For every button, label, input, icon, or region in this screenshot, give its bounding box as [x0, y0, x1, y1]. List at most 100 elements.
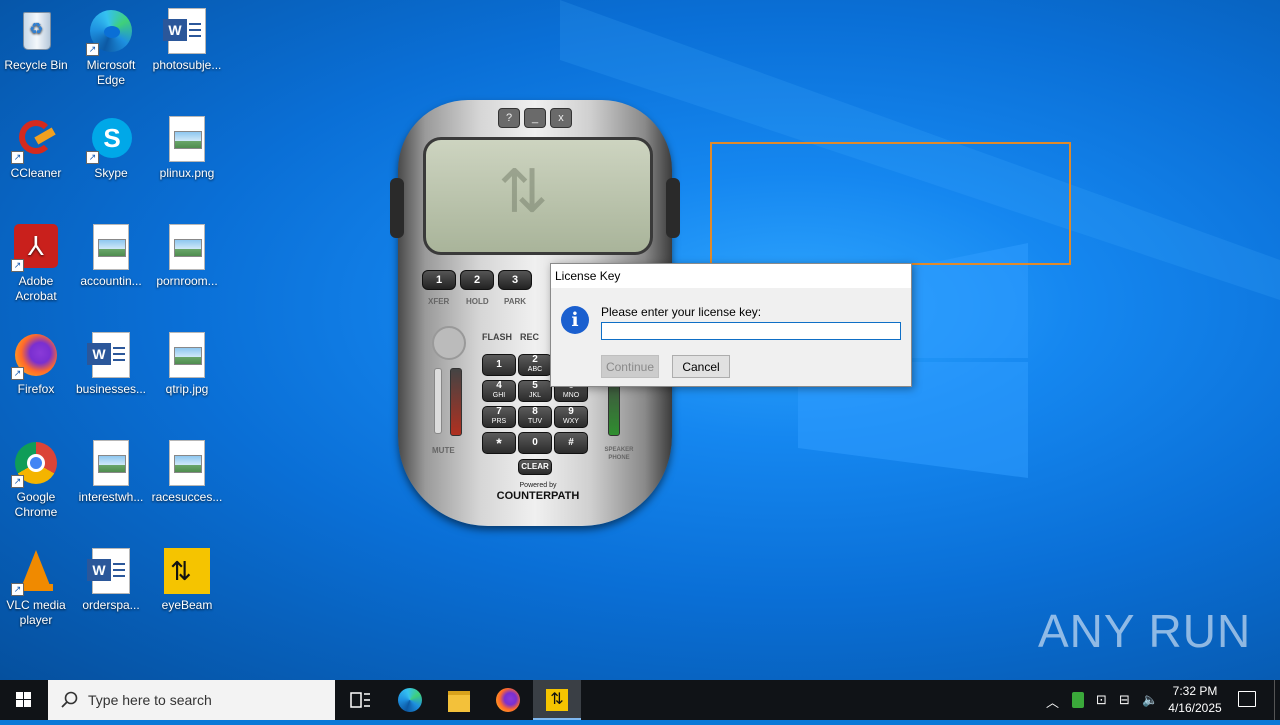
key-2[interactable]: 2 ABC: [518, 354, 552, 376]
key-7[interactable]: 7 PRS: [482, 406, 516, 428]
minimize-button[interactable]: _: [524, 108, 546, 128]
search-placeholder: Type here to search: [88, 692, 212, 708]
license-key-prompt: Please enter your license key:: [601, 305, 762, 319]
desktop-icon-google-chrome[interactable]: ↗ Google Chrome: [0, 440, 72, 520]
recycle-bin-icon: ♻: [13, 8, 59, 54]
continue-button[interactable]: Continue: [601, 355, 659, 378]
info-icon: i: [561, 306, 589, 334]
desktop-icon-image-file[interactable]: accountin...: [75, 224, 147, 289]
taskbar-edge[interactable]: [386, 680, 434, 720]
counterpath-brand: COUNTERPATH: [496, 490, 580, 502]
desktop-icon-image-file[interactable]: racesucces...: [151, 440, 223, 505]
desktop-icon-skype[interactable]: S ↗ Skype: [75, 116, 147, 181]
park-label[interactable]: PARK: [504, 297, 526, 306]
speaker-phone-button[interactable]: SPEAKER PHONE: [602, 446, 636, 462]
adobe-acrobat-icon: ⅄ ↗: [11, 224, 59, 272]
image-file-icon: [88, 224, 134, 270]
hold-label[interactable]: HOLD: [466, 297, 489, 306]
taskbar-file-explorer[interactable]: [435, 680, 483, 720]
desktop-icon-word-doc[interactable]: W photosubje...: [151, 8, 223, 73]
anyrun-watermark: ANY RUN: [1038, 605, 1252, 657]
start-button[interactable]: [0, 680, 48, 720]
taskbar-firefox[interactable]: [484, 680, 532, 720]
desktop-icon-image-file[interactable]: pornroom...: [151, 224, 223, 289]
taskbar-clock[interactable]: 7:32 PM 4/16/2025: [1160, 683, 1230, 717]
search-icon: [61, 691, 78, 708]
display-logo-icon: ⇅: [498, 158, 549, 225]
close-button[interactable]: x: [550, 108, 572, 128]
line-key-1[interactable]: 1: [422, 270, 456, 290]
line-key-3[interactable]: 3: [498, 270, 532, 290]
desktop: ♻ Recycle Bin ↗ CCleaner ⅄ ↗ Adobe Acrob…: [0, 0, 1280, 680]
key-star[interactable]: *: [482, 432, 516, 454]
mute-button[interactable]: MUTE: [432, 446, 455, 455]
key-8[interactable]: 8 TUV: [518, 406, 552, 428]
edge-icon: ↗: [86, 8, 134, 56]
desktop-icon-vlc[interactable]: ↗ VLC media player: [0, 548, 72, 628]
network-icon[interactable]: ⊟: [1119, 692, 1130, 708]
license-key-input[interactable]: [601, 322, 901, 340]
mic-volume-slider[interactable]: [434, 368, 442, 434]
flash-button[interactable]: FLASH: [482, 332, 512, 342]
rec-button[interactable]: REC: [520, 332, 539, 342]
desktop-icon-eyebeam[interactable]: ⇅ eyeBeam: [151, 548, 223, 613]
desktop-icon-adobe-acrobat[interactable]: ⅄ ↗ Adobe Acrobat: [0, 224, 72, 304]
eyebeam-icon: ⇅: [164, 548, 210, 594]
task-view-icon: [350, 692, 370, 708]
phone-logo-icon: [432, 326, 466, 360]
cancel-button[interactable]: Cancel: [672, 355, 730, 378]
chrome-icon: ↗: [11, 440, 59, 488]
tray-app-icon[interactable]: [1072, 692, 1084, 708]
desktop-icon-microsoft-edge[interactable]: ↗ Microsoft Edge: [75, 8, 147, 88]
firefox-icon: ↗: [11, 332, 59, 380]
desktop-icon-recycle-bin[interactable]: ♻ Recycle Bin: [0, 8, 72, 73]
skype-icon: S ↗: [86, 116, 134, 164]
key-0[interactable]: 0: [518, 432, 552, 454]
word-document-icon: W: [163, 8, 210, 54]
key-hash[interactable]: #: [554, 432, 588, 454]
desktop-icon-word-doc[interactable]: W businesses...: [75, 332, 147, 397]
ccleaner-icon: ↗: [11, 116, 59, 164]
action-center-icon[interactable]: [1238, 691, 1256, 707]
taskbar-eyebeam[interactable]: ⇅: [533, 680, 581, 720]
edge-icon: [398, 688, 422, 712]
desktop-icon-firefox[interactable]: ↗ Firefox: [0, 332, 72, 397]
key-5[interactable]: 5 JKL: [518, 380, 552, 402]
key-9[interactable]: 9 WXY: [554, 406, 588, 428]
desktop-icon-image-file[interactable]: qtrip.jpg: [151, 332, 223, 397]
key-4[interactable]: 4 GHI: [482, 380, 516, 402]
image-file-icon: [88, 440, 134, 486]
license-key-dialog: License Key i Please enter your license …: [550, 263, 912, 387]
highlight-rectangle: [710, 142, 1071, 265]
line-key-2[interactable]: 2: [460, 270, 494, 290]
image-file-icon: [164, 332, 210, 378]
show-hidden-icons-chevron-icon[interactable]: ︿: [1046, 692, 1059, 711]
clock-time: 7:32 PM: [1172, 684, 1218, 698]
network-status-icon[interactable]: ⊡: [1096, 692, 1107, 708]
phone-display: ⇅: [423, 137, 653, 255]
folder-icon: [448, 691, 470, 712]
key-1[interactable]: 1: [482, 354, 516, 376]
right-scroll-button[interactable]: [666, 178, 680, 238]
firefox-icon: [496, 688, 520, 712]
image-file-icon: [164, 440, 210, 486]
mic-level-meter: [450, 368, 462, 436]
clock-date: 4/16/2025: [1168, 701, 1222, 715]
taskbar: Type here to search ⇅ ︿ ⊡ ⊟ 🔈 7:32 PM 4/…: [0, 680, 1280, 720]
dialog-title: License Key: [551, 264, 911, 288]
taskbar-search-box[interactable]: Type here to search: [48, 680, 335, 720]
task-view-button[interactable]: [336, 680, 384, 720]
xfer-label[interactable]: XFER: [428, 297, 449, 306]
word-document-icon: W: [87, 332, 134, 378]
desktop-icon-word-doc[interactable]: W orderspa...: [75, 548, 147, 613]
show-desktop-button[interactable]: [1274, 680, 1280, 720]
eyebeam-icon: ⇅: [546, 689, 568, 711]
desktop-icon-image-file[interactable]: plinux.png: [151, 116, 223, 181]
clear-button[interactable]: CLEAR: [518, 459, 552, 475]
volume-icon[interactable]: 🔈: [1142, 692, 1158, 708]
desktop-icon-image-file[interactable]: interestwh...: [75, 440, 147, 505]
word-document-icon: W: [87, 548, 134, 594]
left-scroll-button[interactable]: [390, 178, 404, 238]
help-button[interactable]: ?: [498, 108, 520, 128]
desktop-icon-ccleaner[interactable]: ↗ CCleaner: [0, 116, 72, 181]
